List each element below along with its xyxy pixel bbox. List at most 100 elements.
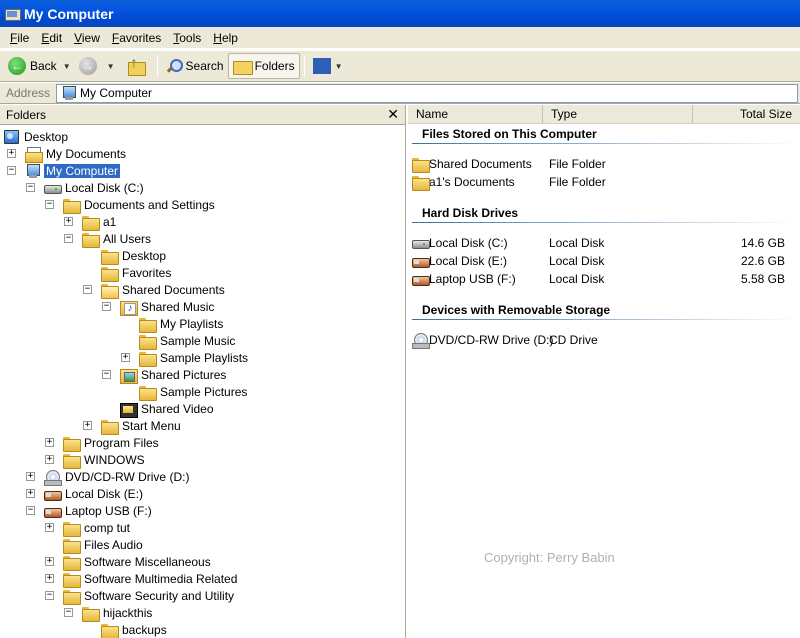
expand-icon[interactable]: + <box>45 523 54 532</box>
tree-node[interactable]: + Software Miscellaneous <box>45 553 213 571</box>
tree-node-label: Shared Documents <box>122 282 225 297</box>
folder-icon <box>82 606 100 622</box>
up-button[interactable] <box>119 53 153 79</box>
tree-node[interactable]: − All Users <box>64 230 153 248</box>
collapse-icon[interactable]: − <box>83 285 92 294</box>
group-divider <box>412 222 800 223</box>
collapse-icon[interactable]: − <box>45 591 54 600</box>
tree-node[interactable]: + a1 <box>64 213 118 231</box>
tree-node[interactable]: − Shared Pictures <box>102 366 228 384</box>
menu-item[interactable]: Help <box>207 31 244 45</box>
expand-icon[interactable]: + <box>26 489 35 498</box>
folder-icon <box>101 623 119 638</box>
collapse-icon[interactable]: − <box>102 302 111 311</box>
item-type: File Folder <box>549 174 606 189</box>
folders-pane: Folders ✕ Desktop + My Documents − My Comput… <box>0 105 406 638</box>
collapse-icon[interactable]: − <box>64 608 73 617</box>
list-item[interactable]: DVD/CD-RW Drive (D:) CD Drive <box>412 331 800 349</box>
menu-item[interactable]: Favorites <box>106 31 167 45</box>
tree-node[interactable]: + comp tut <box>45 519 132 537</box>
list-item[interactable]: Laptop USB (F:) Local Disk 5.58 GB <box>412 270 800 287</box>
folders-label: Folders <box>254 59 295 73</box>
item-name: a1's Documents <box>429 174 515 189</box>
tree-node[interactable]: − Software Security and Utility <box>45 587 236 605</box>
item-name: Local Disk (E:) <box>429 253 508 268</box>
expand-icon[interactable]: + <box>45 455 54 464</box>
tree-node[interactable]: My Playlists <box>121 315 225 333</box>
menu-item[interactable]: Tools <box>167 31 207 45</box>
item-name-cell: DVD/CD-RW Drive (D:) <box>412 332 553 349</box>
chevron-down-icon[interactable]: ▼ <box>63 62 71 71</box>
tree-node[interactable]: Desktop <box>83 247 168 265</box>
forward-button[interactable]: → ▼ <box>75 53 119 79</box>
tree-node[interactable]: + WINDOWS <box>45 451 147 469</box>
close-icon[interactable]: ✕ <box>387 106 399 123</box>
folders-button[interactable]: Folders <box>227 53 300 79</box>
expand-icon[interactable]: + <box>83 421 92 430</box>
collapse-icon[interactable]: − <box>64 234 73 243</box>
tree-node[interactable]: Sample Music <box>121 332 237 350</box>
tree-node[interactable]: + Local Disk (E:) <box>26 485 145 502</box>
collapse-icon[interactable]: − <box>7 166 16 175</box>
tree-node[interactable]: + Sample Playlists <box>121 349 250 367</box>
collapse-icon[interactable]: − <box>26 506 35 515</box>
chevron-down-icon[interactable]: ▼ <box>107 62 115 71</box>
expand-icon[interactable]: + <box>45 557 54 566</box>
views-button[interactable]: ▼ <box>309 53 347 79</box>
chevron-down-icon[interactable]: ▼ <box>335 62 343 71</box>
list-item[interactable]: Shared Documents File Folder <box>412 155 800 173</box>
collapse-icon[interactable]: − <box>102 370 111 379</box>
column-header-type[interactable]: Type <box>543 105 693 123</box>
tree-node[interactable]: − Local Disk (C:) <box>26 179 146 196</box>
toolbar-separator <box>303 55 305 77</box>
tree-node-label: a1 <box>103 214 117 229</box>
menu-item[interactable]: Edit <box>35 31 68 45</box>
usb-icon <box>412 254 430 268</box>
list-item[interactable]: Local Disk (E:) Local Disk 22.6 GB <box>412 252 800 269</box>
tree-node[interactable]: + Program Files <box>45 434 161 452</box>
list-item[interactable]: Local Disk (C:) Local Disk 14.6 GB <box>412 234 800 251</box>
collapse-icon[interactable]: − <box>26 183 35 192</box>
tree-node[interactable]: + DVD/CD-RW Drive (D:) <box>26 468 191 486</box>
tree-node[interactable]: − Shared Music <box>102 298 216 316</box>
tree-node[interactable]: + My Documents <box>7 145 128 163</box>
tree-node[interactable]: + Start Menu <box>83 417 183 435</box>
tree-node[interactable]: − hijackthis <box>64 604 154 622</box>
tree-node[interactable]: − My Computer <box>7 162 121 179</box>
tree-node-label: Shared Video <box>141 401 214 416</box>
expand-icon[interactable]: + <box>26 472 35 481</box>
tree-node[interactable]: − Laptop USB (F:) <box>26 502 154 519</box>
search-button[interactable]: Search <box>162 53 228 79</box>
folder-icon <box>63 555 81 571</box>
address-input[interactable]: My Computer <box>56 83 798 103</box>
collapse-icon[interactable]: − <box>45 200 54 209</box>
menu-item[interactable]: File <box>4 31 35 45</box>
expand-icon[interactable]: + <box>121 353 130 362</box>
expand-icon[interactable]: + <box>45 438 54 447</box>
title-bar[interactable]: My Computer <box>0 0 800 27</box>
tree-node[interactable]: − Shared Documents <box>83 281 227 299</box>
expand-icon[interactable]: + <box>64 217 73 226</box>
list-item[interactable]: a1's Documents File Folder <box>412 173 800 191</box>
tree-node[interactable]: + Software Multimedia Related <box>45 570 239 588</box>
column-header-total-size[interactable]: Total Size <box>693 105 800 123</box>
column-header-name[interactable]: Name <box>408 105 543 123</box>
views-icon <box>312 58 331 74</box>
expand-icon[interactable]: + <box>7 149 16 158</box>
tree-node[interactable]: Sample Pictures <box>121 383 249 401</box>
tree-node-label: Desktop <box>24 129 69 144</box>
tree-node[interactable]: Files Audio <box>45 536 145 554</box>
tree-node[interactable]: Shared Video <box>102 400 216 418</box>
folder-icon <box>63 538 81 554</box>
expand-icon[interactable]: + <box>45 574 54 583</box>
menu-item[interactable]: View <box>68 31 106 45</box>
folder-icon <box>82 215 100 231</box>
item-type: File Folder <box>549 156 606 171</box>
group-title: Files Stored on This Computer <box>422 127 597 141</box>
tree-node[interactable]: − Documents and Settings <box>45 196 217 214</box>
back-button[interactable]: ← Back ▼ <box>4 53 75 79</box>
tree-node[interactable]: Desktop <box>3 128 70 145</box>
tree-node[interactable]: Favorites <box>83 264 173 282</box>
tree-node[interactable]: backups <box>83 621 169 638</box>
